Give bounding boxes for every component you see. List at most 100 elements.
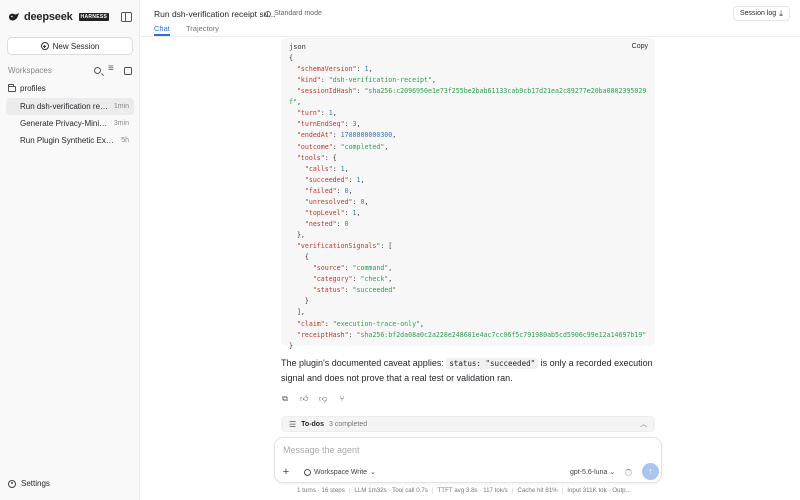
- status-turns: 1 turns · 16 steps: [297, 487, 345, 494]
- sidebar-toggle-icon[interactable]: [121, 12, 132, 22]
- code-line: }: [289, 297, 309, 306]
- brand[interactable]: deepseek HARNESS: [8, 11, 110, 23]
- session-list: Run dsh-verification receipt smoke 1min …: [6, 98, 134, 149]
- workspaces-header: Workspaces: [8, 63, 132, 75]
- session-title: Run dsh-verification receipt smoke: [20, 102, 110, 111]
- workspace-permission-label: Workspace Write: [314, 468, 368, 476]
- thumbs-down-icon[interactable]: 👎︎: [319, 395, 327, 403]
- thumbs-up-icon[interactable]: 👍︎: [300, 395, 308, 403]
- session-time: 3min: [113, 120, 129, 127]
- model-select[interactable]: gpt-5.6-luna ⌄: [570, 468, 615, 476]
- session-time: 5h: [121, 137, 129, 144]
- todos-panel[interactable]: ☰ To-dos 3 completed ︿: [281, 416, 655, 432]
- todos-count: 3 completed: [328, 420, 368, 428]
- new-session-button[interactable]: New Session: [7, 37, 133, 55]
- code-language: json: [289, 43, 306, 51]
- folder-profiles[interactable]: profiles: [8, 84, 46, 93]
- code-block: json Copy { "schemaVersion": 1, "kind": …: [281, 38, 655, 350]
- code-line: {: [289, 54, 293, 62]
- code-content: { "schemaVersion": 1, "kind": "dsh-verif…: [289, 53, 651, 352]
- code-line: "topLevel": 1,: [304, 208, 361, 217]
- code-line: {: [289, 253, 309, 262]
- loading-spinner-icon: [625, 469, 632, 476]
- model-label: gpt-5.6-luna: [570, 469, 608, 476]
- status-tokens: Input 311K tok · Outp...: [567, 487, 631, 494]
- answer-prefix: The plugin's documented caveat applies:: [281, 358, 447, 368]
- brand-name: deepseek: [24, 11, 73, 23]
- send-button[interactable]: ↑: [642, 463, 659, 480]
- code-line: "kind": "dsh-verification-receipt",: [296, 76, 436, 85]
- code-line: "outcome": "completed",: [296, 142, 389, 151]
- shield-icon: [304, 468, 311, 476]
- chevron-up-icon[interactable]: ︿: [640, 419, 647, 429]
- status-cache: Cache hit 81%: [517, 487, 558, 494]
- chevron-down-icon: ⌄: [609, 469, 616, 476]
- session-time: 1min: [113, 103, 129, 110]
- message-actions: ⧉ 👍︎ 👎︎ ⑂: [281, 395, 346, 403]
- session-log-label: Session log: [740, 10, 777, 17]
- workspace-permission-select[interactable]: Workspace Write ⌄: [304, 468, 376, 476]
- code-line: }: [289, 341, 293, 350]
- code-line: "source": "command",: [312, 264, 393, 273]
- copy-button[interactable]: Copy: [632, 43, 648, 50]
- code-line: "verificationSignals": [: [296, 242, 393, 251]
- settings-label: Settings: [21, 479, 50, 488]
- settings-button[interactable]: Settings: [8, 479, 50, 488]
- download-icon: ⤓: [779, 8, 783, 18]
- tab-trajectory[interactable]: Trajectory: [186, 24, 219, 33]
- session-item[interactable]: Generate Privacy-Minimal Receipt 3min: [6, 115, 134, 132]
- add-icon[interactable]: +: [281, 467, 291, 478]
- message-input[interactable]: [283, 445, 583, 455]
- code-line: },: [289, 231, 305, 239]
- filter-icon[interactable]: [108, 63, 117, 75]
- code-line: "nested": 0: [304, 219, 349, 228]
- code-line: "receiptHash": "sha256:bf2da08a0c2a228e2…: [296, 330, 647, 339]
- checklist-icon: ☰: [289, 419, 297, 429]
- session-log-button[interactable]: Session log ⤓: [733, 6, 790, 21]
- mode-icon: [265, 10, 271, 17]
- code-line: "succeeded": 1,: [304, 175, 365, 184]
- code-line: "schemaVersion": 1,: [296, 65, 373, 74]
- status-ttft: TTFT avg 3.8s · 117 tok/s: [437, 487, 508, 494]
- code-line: "calls": 1,: [304, 164, 349, 173]
- code-line: "unresolved": 0,: [304, 197, 369, 206]
- code-line: f",: [289, 98, 301, 107]
- code-line: "endedAt": 1780000000300,: [296, 131, 397, 140]
- todos-label: To-dos: [301, 420, 324, 428]
- sidebar: deepseek HARNESS New Session Workspaces …: [0, 0, 140, 500]
- inline-code: status: "succeeded": [446, 358, 539, 369]
- new-folder-icon[interactable]: [124, 66, 132, 75]
- code-line: ],: [289, 308, 305, 317]
- code-line: "turn": 1,: [296, 109, 337, 118]
- status-bar: 1 turns · 16 steps | LLM 1m32s · Tool call…: [297, 487, 631, 494]
- workspaces-title: Workspaces: [8, 66, 52, 75]
- tab-chat[interactable]: Chat: [154, 24, 170, 36]
- code-line: "sessionIdHash": "sha256:c2096950e1e73f2…: [296, 87, 647, 96]
- whale-logo-icon: [9, 13, 19, 21]
- folder-label: profiles: [20, 84, 46, 93]
- session-title: Run Plugin Synthetic Execution: [20, 136, 117, 145]
- code-line: "turnEndSeq": 3,: [296, 120, 361, 129]
- top-bar: Run dsh-verification receipt su... Stand…: [140, 0, 800, 37]
- search-icon[interactable]: [94, 67, 101, 74]
- branch-icon[interactable]: ⑂: [338, 395, 346, 403]
- code-line: "status": "succeeded": [312, 286, 397, 295]
- folder-icon: [8, 84, 16, 92]
- code-line: "failed": 0,: [304, 186, 353, 195]
- gear-icon: [8, 479, 16, 488]
- mode-label: Standard mode: [274, 10, 322, 17]
- brand-badge: HARNESS: [78, 13, 110, 21]
- status-llm: LLM 1m32s · Tool call 0.7s: [354, 487, 428, 494]
- session-title: Generate Privacy-Minimal Receipt: [20, 119, 110, 128]
- mode-indicator[interactable]: Standard mode: [265, 10, 322, 17]
- chat-title: Run dsh-verification receipt su...: [154, 9, 276, 19]
- code-line: "claim": "execution-trace-only",: [296, 319, 425, 328]
- copy-icon[interactable]: ⧉: [281, 395, 289, 403]
- code-line: "category": "check",: [312, 275, 393, 284]
- chevron-down-icon: ⌄: [370, 469, 376, 476]
- session-item[interactable]: Run dsh-verification receipt smoke 1min: [6, 98, 134, 115]
- session-item[interactable]: Run Plugin Synthetic Execution 5h: [6, 132, 134, 149]
- new-session-label: New Session: [52, 41, 100, 51]
- composer: + Workspace Write ⌄ gpt-5.6-luna ⌄ ↑: [274, 437, 662, 483]
- code-line: "tools": {: [296, 153, 337, 162]
